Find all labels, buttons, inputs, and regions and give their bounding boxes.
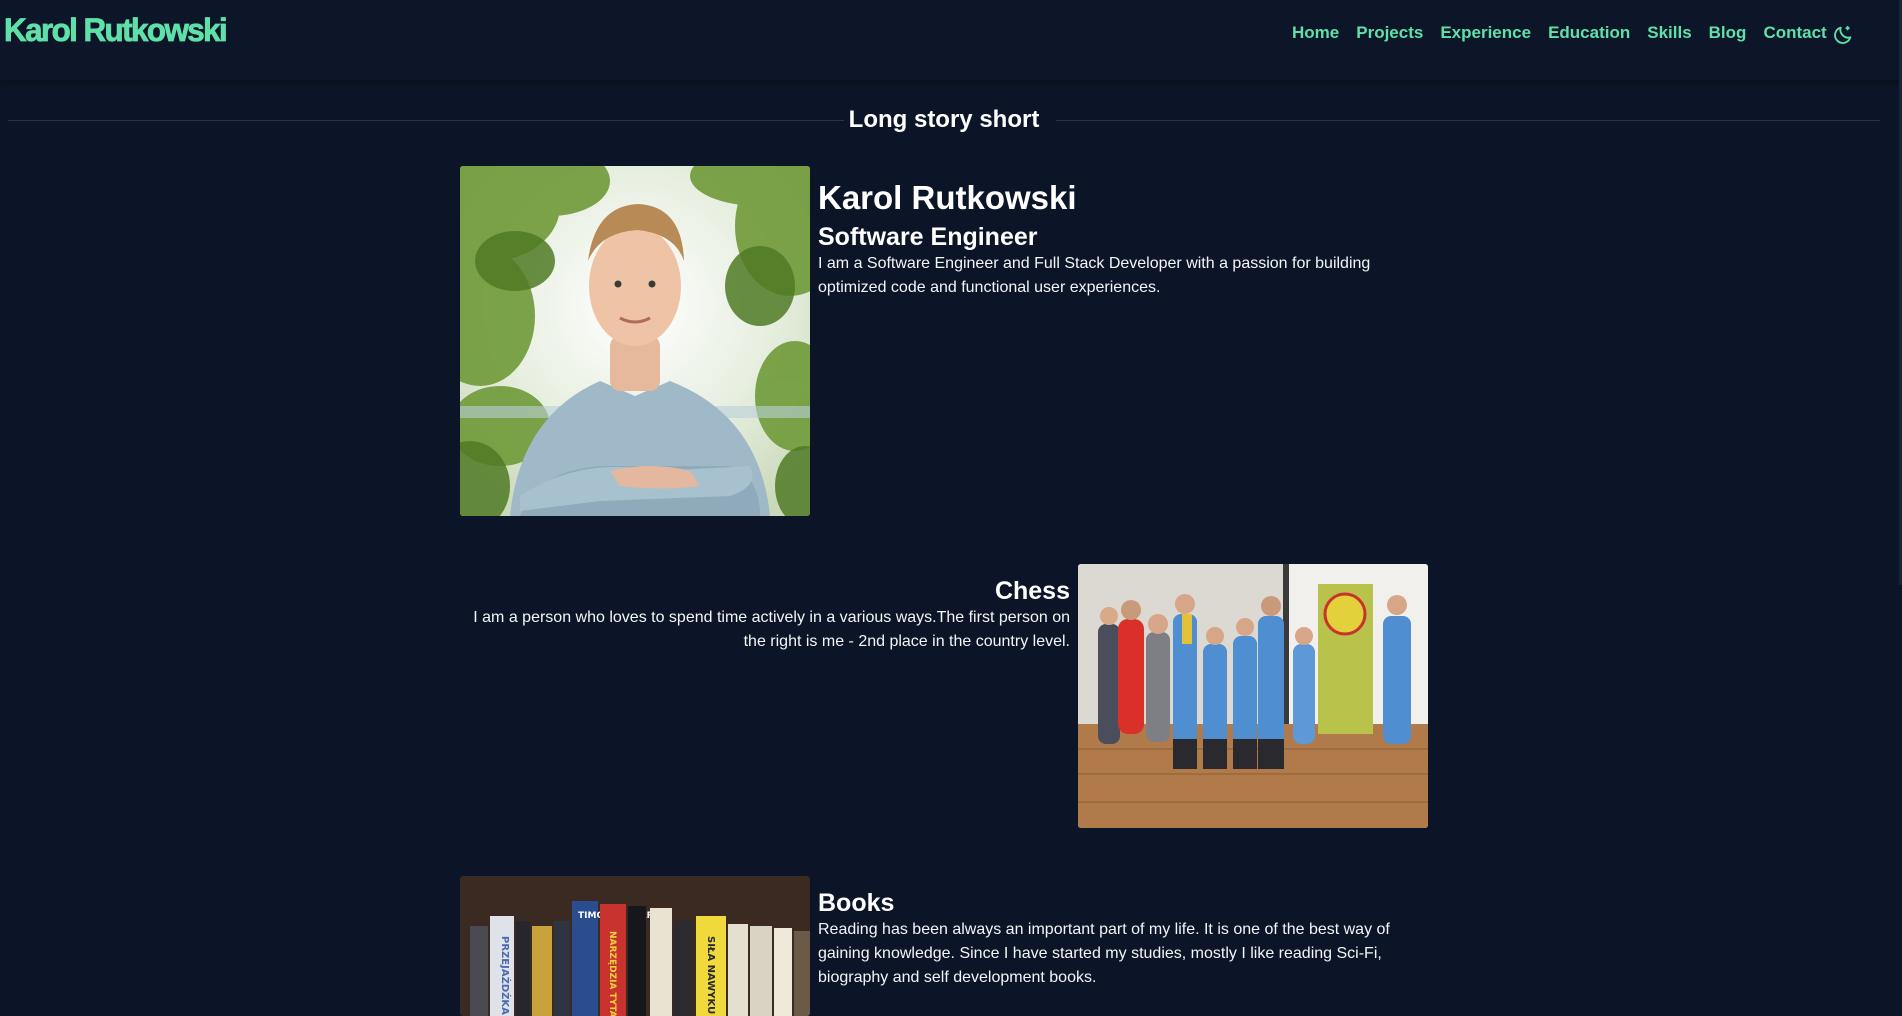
theme-toggle-button[interactable] [1830,22,1856,48]
navbar: Karol Rutkowski Home Projects Experience… [0,0,1902,80]
nav-link-skills[interactable]: Skills [1647,22,1691,44]
book-spine-4: SIŁA NAWYKU [705,936,716,1014]
divider-right [1056,120,1880,121]
nav-link-contact[interactable]: Contact [1763,22,1826,44]
site-logo[interactable]: Karol Rutkowski [4,12,229,49]
book-spine-1: PRZEJAŻDŻKA ŻYCIA [499,936,513,1016]
profile-description: I am a Software Engineer and Full Stack … [818,255,1371,296]
books-text: Books Reading has been always an importa… [818,888,1418,990]
chess-text: Chess I am a person who loves to spend t… [460,576,1070,654]
chess-description: I am a person who loves to spend time ac… [473,609,1070,650]
profile-photo [460,166,810,516]
chess-title: Chess [994,577,1070,605]
nav-link-projects[interactable]: Projects [1356,22,1423,44]
books-photo: PRZEJAŻDŻKA ŻYCIA TIMOTHY FERRISS NARZĘD… [460,876,810,1016]
profile-role: Software Engineer [818,223,1038,251]
main-nav: Home Projects Experience Education Skill… [1292,22,1844,44]
book-spine-3: NARZĘDZIA TYTANÓW [607,931,619,1016]
section-header: Long story short [8,104,1880,136]
nav-link-education[interactable]: Education [1548,22,1630,44]
books-description: Reading has been always an important par… [818,921,1390,986]
moon-sun-icon [1834,25,1852,44]
nav-link-blog[interactable]: Blog [1709,22,1747,44]
books-title: Books [818,889,895,917]
nav-link-experience[interactable]: Experience [1440,22,1531,44]
nav-link-home[interactable]: Home [1292,22,1339,44]
profile-name: Karol Rutkowski [818,179,1077,216]
chess-photo [1078,564,1428,828]
about-text: Karol Rutkowski Software Engineer I am a… [818,178,1398,300]
